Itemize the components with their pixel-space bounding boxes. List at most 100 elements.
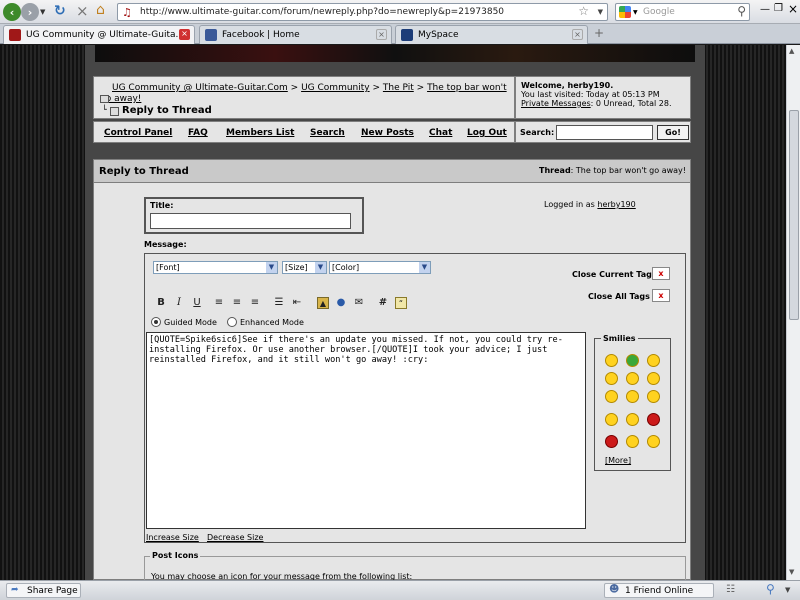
username-link[interactable]: herby190 (597, 200, 635, 209)
size-select[interactable]: [Size] ▼ (282, 261, 327, 274)
reload-icon[interactable]: ↻ (54, 3, 66, 19)
share-page-button[interactable]: ➦ Share Page (6, 583, 81, 598)
home-icon[interactable]: ⌂ (96, 2, 105, 18)
message-textarea[interactable]: [QUOTE=Spike6sic6]See if there's an upda… (146, 332, 586, 529)
post-icons-group: Post Icons You may choose an icon for yo… (144, 551, 686, 580)
close-tab-icon[interactable]: × (179, 29, 190, 40)
email-icon[interactable]: ✉ (353, 297, 365, 309)
sad-icon[interactable] (647, 354, 660, 367)
link-icon[interactable]: ● (335, 297, 347, 309)
wink-icon[interactable] (626, 372, 639, 385)
search-input[interactable] (556, 125, 653, 140)
browser-navbar: ‹ › ▼ ↻ × ⌂ ♫ http://www.ultimate-guitar… (0, 0, 800, 24)
image-icon[interactable]: ▲ (317, 297, 329, 309)
mad-icon[interactable] (647, 413, 660, 426)
close-current-tag-button[interactable]: x (652, 267, 670, 280)
tab-ug-community[interactable]: UG Community @ Ultimate-Guita... × (3, 25, 195, 44)
back-icon[interactable]: ‹ (3, 3, 21, 21)
chevron-down-icon: ▼ (315, 262, 326, 273)
ordered-list-icon[interactable]: ☰ (273, 297, 285, 309)
align-left-icon[interactable]: ≡ (213, 297, 225, 309)
nav-new-posts[interactable]: New Posts (361, 128, 414, 138)
nav-members-list[interactable]: Members List (226, 128, 294, 138)
close-tab-icon[interactable]: × (572, 29, 583, 40)
puzzled-icon[interactable] (626, 413, 639, 426)
frown-icon[interactable] (647, 390, 660, 403)
font-select[interactable]: [Font] ▼ (153, 261, 278, 274)
increase-size-link[interactable]: Increase Size (146, 533, 199, 542)
address-bar[interactable]: ♫ http://www.ultimate-guitar.com/forum/n… (117, 3, 608, 21)
address-dropdown-icon[interactable]: ▼ (598, 8, 603, 16)
shades-icon[interactable] (605, 390, 618, 403)
align-center-icon[interactable]: ≡ (231, 297, 243, 309)
thread-info: Thread: The top bar won't go away! (539, 166, 686, 175)
underline-icon[interactable]: U (191, 297, 203, 309)
breadcrumb-link-home[interactable]: UG Community @ Ultimate-Guitar.Com (100, 83, 288, 93)
bookmark-star-icon[interactable]: ☆ (578, 4, 589, 18)
happy-icon[interactable] (647, 435, 660, 448)
surprised-icon[interactable] (626, 435, 639, 448)
decrease-size-link[interactable]: Decrease Size (207, 533, 263, 542)
scroll-up-icon[interactable]: ▲ (789, 47, 794, 55)
status-menu-icon[interactable]: ▼ (785, 586, 790, 594)
magnifier-icon[interactable]: ⚲ (737, 4, 746, 18)
search-engine-dropdown-icon[interactable]: ▼ (633, 9, 638, 16)
bold-icon[interactable]: B (155, 297, 167, 309)
page-scrollbar[interactable]: ▲ ▼ (786, 45, 800, 580)
close-all-tags-button[interactable]: x (652, 289, 670, 302)
tab-facebook[interactable]: Facebook | Home × (199, 25, 392, 44)
breadcrumb-link-the-pit[interactable]: The Pit (383, 83, 414, 93)
grin-icon[interactable] (626, 354, 639, 367)
scroll-down-icon[interactable]: ▼ (789, 568, 794, 576)
color-select[interactable]: [Color] ▼ (329, 261, 431, 274)
google-icon[interactable] (619, 6, 631, 18)
close-tab-icon[interactable]: × (376, 29, 387, 40)
message-editor: [Font] ▼ [Size] ▼ [Color] ▼ Close Current T… (144, 253, 686, 543)
share-icon: ➦ (11, 585, 19, 595)
confused-icon[interactable] (626, 390, 639, 403)
guided-mode-radio[interactable] (151, 317, 161, 327)
panel-title: Reply to Thread (99, 166, 189, 177)
breadcrumb-sep: > (372, 83, 381, 93)
post-icons-title: Post Icons (150, 551, 201, 560)
myspace-favicon-icon (401, 29, 413, 41)
friends-online-button[interactable]: ☻ 1 Friend Online (604, 583, 714, 598)
restore-icon[interactable]: ❐ (774, 3, 783, 14)
go-button[interactable]: Go! (657, 125, 689, 140)
breadcrumb-link-ug-community[interactable]: UG Community (301, 83, 370, 93)
italic-icon[interactable]: I (173, 297, 185, 309)
nav-control-panel[interactable]: Control Panel (104, 128, 172, 138)
history-dropdown-icon[interactable]: ▼ (40, 8, 45, 16)
tab-myspace[interactable]: MySpace × (395, 25, 588, 44)
laugh-icon[interactable] (647, 372, 660, 385)
person-icon: ☻ (609, 584, 620, 595)
site-favicon-icon: ♫ (122, 6, 132, 19)
scroll-thumb[interactable] (789, 110, 799, 320)
quote-icon[interactable]: “ (395, 297, 407, 309)
last-visited: You last visited: Today at 05:13 PM (521, 90, 660, 99)
nav-log-out[interactable]: Log Out (467, 128, 507, 138)
new-tab-icon[interactable]: + (594, 26, 604, 40)
nav-search[interactable]: Search (310, 128, 345, 138)
minimize-icon[interactable]: — (760, 4, 770, 15)
more-smilies-link[interactable]: [More] (605, 456, 631, 465)
panel-header: Reply to Thread Thread: The top bar won'… (94, 160, 690, 183)
forward-icon[interactable]: › (21, 3, 39, 21)
cool-icon[interactable] (605, 372, 618, 385)
align-right-icon[interactable]: ≡ (249, 297, 261, 309)
nav-chat[interactable]: Chat (429, 128, 452, 138)
private-messages-link[interactable]: Private Messages (521, 99, 591, 108)
nav-faq[interactable]: FAQ (188, 128, 208, 138)
eek-icon[interactable] (605, 413, 618, 426)
stop-icon[interactable]: × (76, 2, 89, 20)
smile-icon[interactable] (605, 354, 618, 367)
close-window-icon[interactable]: × (788, 2, 798, 16)
location-pin-icon[interactable]: ⚲ (766, 582, 775, 596)
title-input[interactable] (150, 213, 351, 229)
search-engine-box[interactable]: ▼ Google ⚲ (615, 3, 750, 21)
devil-icon[interactable] (605, 435, 618, 448)
code-icon[interactable]: # (377, 297, 389, 309)
outdent-icon[interactable]: ⇤ (291, 297, 303, 309)
enhanced-mode-radio[interactable] (227, 317, 237, 327)
network-icon[interactable]: ☷ (726, 584, 735, 595)
